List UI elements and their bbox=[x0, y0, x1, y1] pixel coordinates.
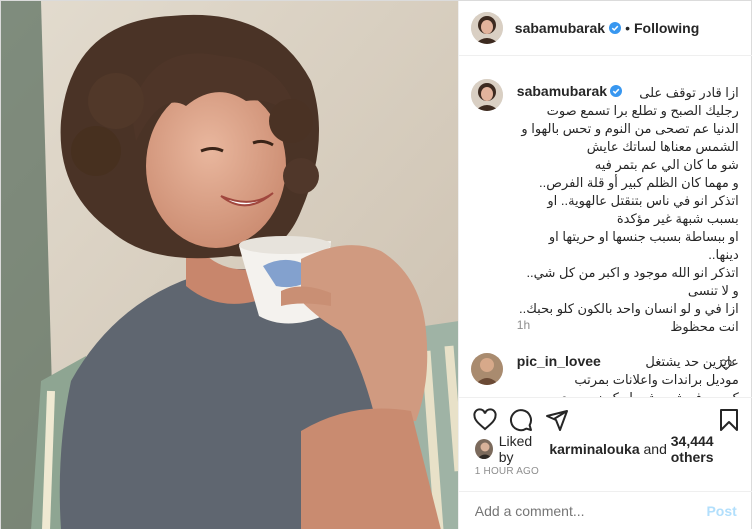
caption-line: دينها.. bbox=[708, 247, 739, 262]
bookmark-icon[interactable] bbox=[717, 408, 741, 432]
verified-badge-icon bbox=[609, 22, 622, 34]
caption-author-avatar[interactable] bbox=[470, 79, 503, 111]
add-comment-bar: Post bbox=[458, 491, 752, 529]
post-timestamp[interactable]: 1 HOUR AGO bbox=[475, 466, 539, 477]
caption-line: اتذكر انو الله موجود و اكبر من كل شي.. bbox=[526, 265, 739, 280]
heart-icon[interactable] bbox=[473, 408, 497, 432]
comment-line: كويس ف شهر شرط يكون مصري bbox=[517, 389, 738, 397]
comment-line: موديل براندات واعلانات بمرتب bbox=[574, 372, 739, 387]
comment-text: عايزين حد يشتغل موديل براندات واعلانات ب… bbox=[517, 353, 739, 397]
author-username[interactable]: sabamubarak bbox=[515, 20, 605, 36]
caption-line: و لا تنسى bbox=[687, 283, 739, 298]
caption-line: ازا قادر توقف على bbox=[639, 85, 739, 100]
liker-avatar[interactable] bbox=[474, 439, 493, 459]
photo-illustration bbox=[1, 1, 458, 529]
add-comment-input[interactable] bbox=[474, 503, 707, 519]
avatar-image bbox=[470, 12, 503, 44]
caption-line: و مهما كان الظلم كبير أو قلة الفرص.. bbox=[539, 175, 739, 190]
post-photo[interactable] bbox=[1, 1, 458, 529]
instagram-post-modal: sabamubarak • Following sabamubarak ازا … bbox=[0, 0, 752, 529]
likes-prefix: Liked by bbox=[498, 433, 533, 465]
commenter-avatar[interactable] bbox=[470, 353, 503, 385]
avatar-image bbox=[470, 79, 503, 111]
post-comment-button[interactable]: Post bbox=[706, 503, 736, 519]
likes-summary: Liked by karminalouka and 34,444 others bbox=[474, 433, 751, 465]
liked-by-user[interactable]: karminalouka bbox=[549, 441, 639, 457]
caption-line: انت محظوظ bbox=[670, 319, 739, 334]
comment-like-heart-icon[interactable] bbox=[720, 359, 732, 371]
caption-text: ازا قادر توقف على رجليك الصبح و تطلع برا… bbox=[517, 84, 739, 336]
caption-line: الشمس معناها لساتك عايش bbox=[586, 139, 739, 154]
caption-line: بسبب شبهة غير مؤكدة bbox=[616, 211, 739, 226]
likes-others-count[interactable]: 34,444 others bbox=[671, 433, 751, 465]
avatar-image bbox=[474, 439, 493, 459]
caption-line: الدنيا عم تصحى من النوم و تحس بالهوا و bbox=[521, 121, 739, 136]
share-icon[interactable] bbox=[545, 408, 569, 432]
author-avatar[interactable] bbox=[470, 12, 503, 44]
avatar-image bbox=[470, 353, 503, 385]
comments-section[interactable]: sabamubarak ازا قادر توقف على رجليك الصب… bbox=[459, 57, 752, 397]
header-separator: • bbox=[625, 20, 630, 36]
post-sidebar: sabamubarak • Following sabamubarak ازا … bbox=[457, 1, 752, 529]
caption-line: او ببساطة بسبب جنسها او حريتها او bbox=[548, 229, 739, 244]
likes-conjunction: and bbox=[643, 441, 667, 457]
comment-line: عايزين حد يشتغل bbox=[645, 354, 739, 369]
following-button[interactable]: Following bbox=[634, 20, 699, 36]
comment-icon[interactable] bbox=[509, 408, 533, 432]
caption-line: ازا في و لو انسان واحد بالكون كلو بحبك.. bbox=[518, 301, 739, 316]
caption-line: اتذكر انو في ناس بتنقتل عالهوية.. او bbox=[547, 193, 739, 208]
caption-line: رجليك الصبح و تطلع برا تسمع صوت bbox=[546, 103, 739, 118]
post-header: sabamubarak • Following bbox=[458, 1, 752, 56]
caption-time[interactable]: 1h bbox=[517, 318, 530, 332]
caption-line: شو ما كان الي عم بتمر فيه bbox=[594, 157, 739, 172]
